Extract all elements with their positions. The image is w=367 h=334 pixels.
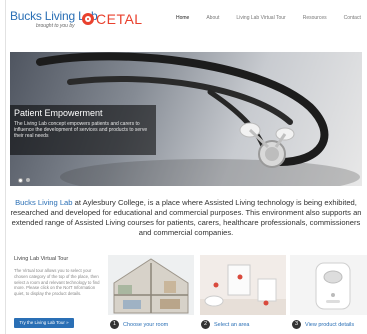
step-view-product[interactable]: 3 View product details	[292, 320, 354, 329]
room-cutaway-image	[108, 255, 194, 315]
area-image-card[interactable]	[200, 255, 286, 315]
nav-home[interactable]: Home	[176, 15, 189, 21]
virtual-tour-block: Living Lab Virtual Tour The Virtual tour…	[14, 256, 100, 297]
intro-paragraph: Bucks Living Lab at Aylesbury College, i…	[10, 198, 362, 238]
nav-resources[interactable]: Resources	[303, 15, 327, 21]
step-label: Select an area	[214, 321, 250, 328]
step-number: 3	[292, 320, 301, 329]
step-select-area[interactable]: 2 Select an area	[201, 320, 249, 329]
bathroom-image	[200, 255, 286, 315]
nav-virtual-tour[interactable]: Living Lab Virtual Tour	[236, 15, 285, 21]
try-tour-button[interactable]: Try the Living Lab Tour »	[14, 318, 74, 328]
step-label: View product details	[305, 321, 355, 328]
nav-contact[interactable]: Contact	[344, 15, 361, 21]
hero-caption-title: Patient Empowerment	[14, 108, 103, 118]
room-image-card[interactable]	[108, 255, 194, 315]
cetal-logo-text: CETAL	[96, 11, 143, 27]
main-nav: Home About Living Lab Virtual Tour Resou…	[176, 15, 367, 21]
bucks-living-lab-link[interactable]: Bucks Living Lab	[15, 198, 72, 207]
product-device-image	[290, 255, 367, 315]
cetal-logo-icon	[82, 13, 94, 25]
slider-dot-2[interactable]	[26, 178, 30, 182]
hero-caption-text: The Living Lab concept empowers patients…	[14, 121, 148, 139]
cetal-logo[interactable]: CETAL	[82, 11, 143, 27]
slider-dots	[18, 178, 30, 183]
step-label: Choose your room	[123, 321, 169, 328]
step-choose-room[interactable]: 1 Choose your room	[110, 320, 168, 329]
hero-caption: Patient Empowerment The Living Lab conce…	[10, 105, 156, 155]
product-image-card[interactable]	[290, 255, 367, 315]
step-number: 1	[110, 320, 119, 329]
virtual-tour-heading: Living Lab Virtual Tour	[14, 256, 69, 262]
slider-dot-1[interactable]	[18, 178, 23, 183]
nav-about[interactable]: About	[206, 15, 219, 21]
step-number: 2	[201, 320, 210, 329]
virtual-tour-description: The Virtual tour allows you to select yo…	[14, 268, 100, 297]
